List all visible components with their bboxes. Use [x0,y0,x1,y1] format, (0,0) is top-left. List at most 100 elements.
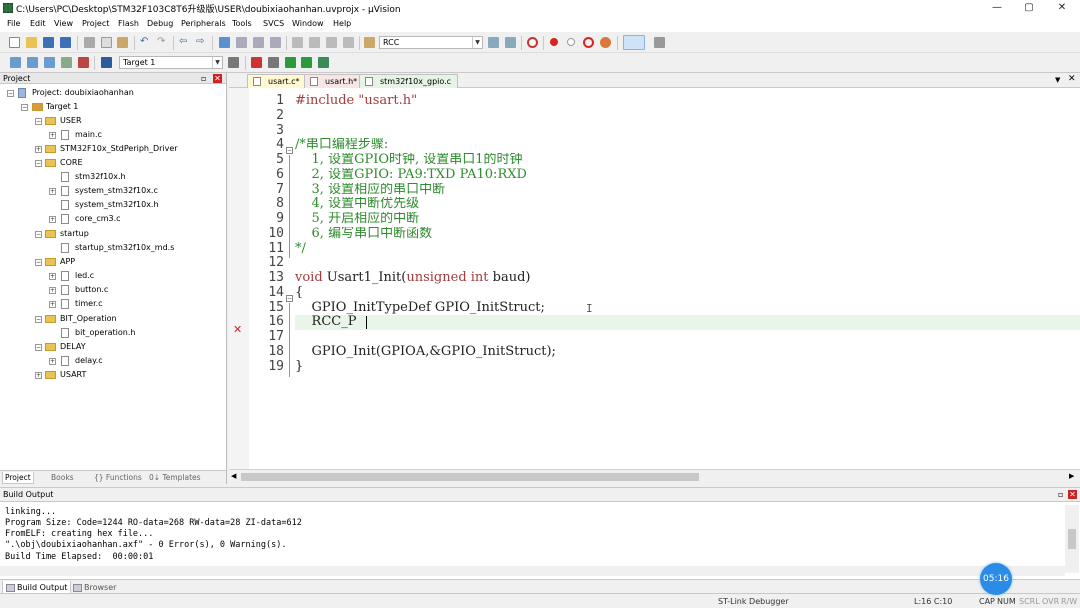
close-panel-icon[interactable]: ✕ [213,74,222,83]
code-line[interactable]: { [295,286,1080,301]
code-line[interactable]: #include "usart.h" [295,94,1080,109]
collapse-icon[interactable]: − [35,231,42,238]
pack-installer-icon[interactable] [285,57,296,68]
batch-build-icon[interactable] [61,57,72,68]
menu-debug[interactable]: Debug [147,19,173,28]
code-line[interactable]: void Usart1_Init(unsigned int baud) [295,271,1080,286]
tree-target[interactable]: − Target 1 [0,101,226,114]
collapse-icon[interactable]: − [35,259,42,266]
scroll-thumb[interactable] [1068,529,1076,549]
close-panel-icon[interactable]: ✕ [1068,490,1077,499]
expand-icon[interactable]: + [35,146,42,153]
code-line[interactable]: 3, 设置相应的串口中断 [295,183,1080,198]
menu-flash[interactable]: Flash [118,19,139,28]
scroll-thumb[interactable] [241,473,699,481]
next-bookmark-icon[interactable] [253,37,264,48]
find-icon[interactable] [488,37,499,48]
run-time-env-icon[interactable] [301,57,312,68]
collapse-icon[interactable]: − [35,118,42,125]
code-line[interactable] [295,330,1080,345]
translate-icon[interactable] [10,57,21,68]
pin-icon[interactable]: ▫ [201,74,206,83]
tree-group-stdperiph[interactable]: + STM32F10x_StdPeriph_Driver [0,143,226,156]
expand-icon[interactable]: + [49,216,56,223]
redo-icon[interactable]: ↷ [157,37,168,48]
minimize-button[interactable]: — [990,2,1004,13]
close-tab-icon[interactable]: ✕ [1068,74,1076,84]
find-combo[interactable]: RCC ▼ [379,36,483,49]
stop-build-icon[interactable] [78,57,89,68]
tab-project[interactable]: Project [2,472,34,484]
tree-file-main[interactable]: + main.c [0,129,226,142]
uncomment-icon[interactable] [343,37,354,48]
menu-file[interactable]: File [7,19,20,28]
code-line[interactable]: } [295,360,1080,375]
copy-icon[interactable] [101,37,112,48]
code-line[interactable]: 2, 设置GPIO: PA9:TXD PA10:RXD [295,168,1080,183]
tree-file-stm32f10x-h[interactable]: stm32f10x.h [0,171,226,184]
expand-icon[interactable]: + [49,358,56,365]
tree-group-app[interactable]: − APP [0,256,226,269]
nav-back-icon[interactable]: ⇦ [179,37,190,48]
tree-file-core-cm3[interactable]: + core_cm3.c [0,213,226,226]
tab-stm32f10x-gpio-c[interactable]: stm32f10x_gpio.c [359,74,459,88]
collapse-icon[interactable]: − [35,344,42,351]
unindent-icon[interactable] [309,37,320,48]
tree-file-delay[interactable]: + delay.c [0,355,226,368]
menu-help[interactable]: Help [333,19,351,28]
menu-svcs[interactable]: SVCS [263,19,284,28]
breakpoint-icon[interactable] [550,38,558,46]
code-line[interactable] [295,109,1080,124]
chevron-down-icon[interactable]: ▼ [472,37,482,48]
tree-group-delay[interactable]: − DELAY [0,341,226,354]
disable-breakpoint-icon[interactable] [567,38,575,46]
marker-margin[interactable] [229,88,249,469]
close-window-button[interactable]: ✕ [1055,2,1069,13]
find-in-files-icon[interactable] [364,37,375,48]
expand-icon[interactable]: + [49,273,56,280]
tree-group-bit-operation[interactable]: − BIT_Operation [0,313,226,326]
expand-icon[interactable]: + [35,372,42,379]
build-icon[interactable] [27,57,38,68]
paste-icon[interactable] [117,37,128,48]
recording-timer-badge[interactable]: 05:16 [980,563,1012,595]
tree-file-system-c[interactable]: + system_stm32f10x.c [0,185,226,198]
tree-file-bit-operation-h[interactable]: bit_operation.h [0,327,226,340]
configure-icon[interactable] [654,37,665,48]
tab-list-dropdown-icon[interactable]: ▼ [1055,76,1060,84]
kill-breakpoints-icon[interactable] [583,37,594,48]
editor-horizontal-scrollbar[interactable]: ◀ ▶ [229,469,1080,484]
tree-file-timer[interactable]: + timer.c [0,298,226,311]
rebuild-icon[interactable] [44,57,55,68]
window-layout-icon[interactable] [623,35,645,50]
current-code-line[interactable]: RCC_P [295,315,1080,330]
build-horizontal-scrollbar[interactable] [0,566,1065,576]
menu-peripherals[interactable]: Peripherals [181,19,226,28]
expand-icon[interactable]: + [49,188,56,195]
incremental-find-icon[interactable] [505,37,516,48]
menu-window[interactable]: Window [292,19,324,28]
code-line[interactable]: 4, 设置中断优先级 [295,197,1080,212]
undo-icon[interactable]: ↶ [140,37,151,48]
tree-group-user[interactable]: − USER [0,115,226,128]
tree-file-system-h[interactable]: system_stm32f10x.h [0,199,226,212]
chevron-down-icon[interactable]: ▼ [212,57,222,68]
code-line[interactable]: */ [295,242,1080,257]
tree-file-button[interactable]: + button.c [0,284,226,297]
expand-icon[interactable]: + [49,301,56,308]
tab-templates[interactable]: 0↓ Templates [147,472,203,484]
target-select[interactable]: Target 1 ▼ [119,56,223,69]
code-line[interactable]: GPIO_InitTypeDef GPIO_InitStruct; [295,301,1080,316]
menu-tools[interactable]: Tools [232,19,252,28]
maximize-button[interactable]: ▢ [1022,2,1036,13]
fold-collapse-icon[interactable]: − [286,147,293,154]
save-icon[interactable] [43,37,54,48]
collapse-icon[interactable]: − [7,90,14,97]
cut-icon[interactable] [84,37,95,48]
pin-icon[interactable]: ▫ [1058,490,1063,499]
open-file-icon[interactable] [26,37,37,48]
tree-group-core[interactable]: − CORE [0,157,226,170]
target-options-icon[interactable] [228,57,239,68]
scroll-right-icon[interactable]: ▶ [1069,472,1074,480]
tree-project-root[interactable]: − Project: doubixiaohanhan [0,87,226,100]
